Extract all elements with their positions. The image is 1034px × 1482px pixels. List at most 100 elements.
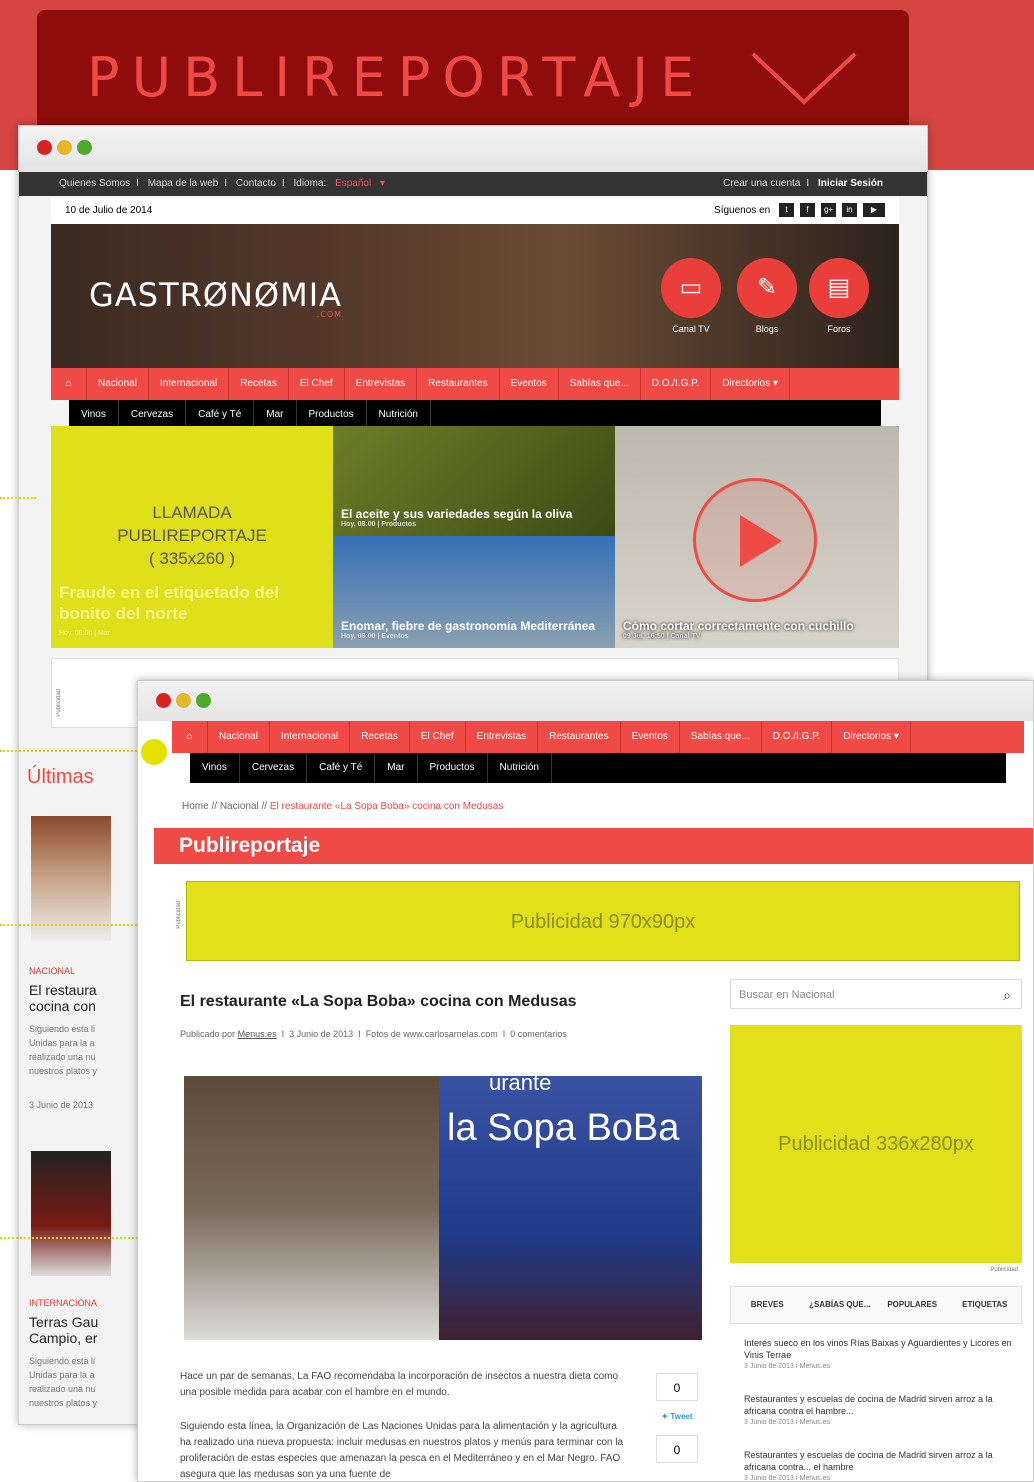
publireportaje-banner: PUBLIREPORTAJE <box>37 10 909 130</box>
chevron-down-icon[interactable] <box>749 48 859 108</box>
nav-recetas[interactable]: Recetas <box>229 368 289 400</box>
article-photo: urante la Sopa BoBa <box>184 1070 702 1340</box>
home-icon[interactable]: ⌂ <box>51 368 87 400</box>
card-title[interactable]: Terras Gau Campio, er <box>29 1314 98 1346</box>
subnav-cafe-te[interactable]: Café y Té <box>307 753 376 783</box>
tweet-button[interactable]: ✦ Tweet <box>656 1409 698 1425</box>
share-count[interactable]: 0 <box>656 1435 698 1463</box>
nav-el-chef[interactable]: El Chef <box>289 368 345 400</box>
maximize-dot[interactable] <box>196 693 211 708</box>
article-title: El restaurante «La Sopa Boba» cocina con… <box>180 993 577 1010</box>
ad-label: Publicidad <box>56 689 62 717</box>
nav-nacional[interactable]: Nacional <box>87 368 149 400</box>
nav-entrevistas[interactable]: Entrevistas <box>466 721 539 753</box>
link-contacto[interactable]: Contacto <box>236 178 276 189</box>
nav-restaurantes[interactable]: Restaurantes <box>417 368 500 400</box>
channel-label-tv: Canal TV <box>672 324 710 334</box>
breadcrumb-home[interactable]: Home <box>182 801 209 812</box>
nav-nacional[interactable]: Nacional <box>208 721 270 753</box>
subnav-mar[interactable]: Mar <box>375 753 418 783</box>
card-category[interactable]: NACIONAL <box>29 966 75 976</box>
tile-title[interactable]: El aceite y sus variedades según la oliv… <box>341 507 572 521</box>
nav-sabias-que[interactable]: Sabías que... <box>559 368 641 400</box>
nav-eventos[interactable]: Eventos <box>500 368 559 400</box>
subnav-cervezas[interactable]: Cervezas <box>240 753 308 783</box>
article-paragraph: Siguiendo esta línea, la Organización de… <box>180 1421 624 1480</box>
chat-icon[interactable]: ▤ <box>809 258 869 318</box>
googleplus-icon[interactable]: g+ <box>821 203 836 218</box>
card-excerpt: Siguiendo esta li Unidas para la a realiza… <box>29 1024 98 1076</box>
tab-breves[interactable]: BREVES <box>731 1287 804 1323</box>
nav-eventos[interactable]: Eventos <box>621 721 680 753</box>
featured-tiles: LLAMADA PUBLIREPORTAJE( 335x260 ) Fraude … <box>51 426 899 648</box>
card-image[interactable] <box>31 816 111 941</box>
news-item[interactable]: Restaurantes y escuelas de cocina de Mad… <box>744 1449 1014 1481</box>
subnav-vinos[interactable]: Vinos <box>190 753 240 783</box>
tile-video-cuchillo[interactable]: Cómo cortar correctamente con cuchillo 09… <box>615 426 899 648</box>
nav-restaurantes[interactable]: Restaurantes <box>538 721 621 753</box>
news-item[interactable]: Interés sueco en los vinos Rías Baixas y… <box>744 1337 1014 1373</box>
share-count[interactable]: 0 <box>656 1373 698 1401</box>
card-title[interactable]: El restaura cocina con <box>29 982 97 1014</box>
article-date: 3 Junio de 2013 <box>289 1029 354 1039</box>
subnav-nutricion[interactable]: Nutrición <box>488 753 552 783</box>
link-quienes-somos[interactable]: Quienes Somos <box>59 178 130 189</box>
tv-icon[interactable]: ▭ <box>661 258 721 318</box>
tile-aceite[interactable]: El aceite y sus variedades según la oliv… <box>333 426 615 536</box>
nav-directorios[interactable]: Directorios ▾ <box>832 721 911 753</box>
link-mapa-web[interactable]: Mapa de la web <box>148 178 219 189</box>
tab-sabias-que[interactable]: ¿SABÍAS QUE... <box>804 1287 877 1323</box>
card-image[interactable] <box>31 1151 111 1276</box>
subnav-productos[interactable]: Productos <box>418 753 488 783</box>
close-dot[interactable] <box>156 693 171 708</box>
linkedin-icon[interactable]: in <box>842 203 857 218</box>
author-link[interactable]: Menus.es <box>238 1029 277 1039</box>
nav-el-chef[interactable]: El Chef <box>410 721 466 753</box>
nav-entrevistas[interactable]: Entrevistas <box>345 368 418 400</box>
nav-directorios[interactable]: Directorios ▾ <box>711 368 790 400</box>
sidebar-search-input[interactable]: Buscar en Nacional ⌕ <box>730 979 1022 1009</box>
facebook-icon[interactable]: f <box>800 203 815 218</box>
nav-internacional[interactable]: Internacional <box>149 368 230 400</box>
comments-link[interactable]: 0 comentarios <box>510 1029 567 1039</box>
tab-etiquetas[interactable]: ETIQUETAS <box>949 1287 1022 1323</box>
tab-populares[interactable]: POPULARES <box>876 1287 949 1323</box>
nav-doigp[interactable]: D.O./I.G.P. <box>762 721 833 753</box>
language-selector[interactable]: Español ▾ <box>335 178 385 189</box>
minimize-dot[interactable] <box>57 140 72 155</box>
annotation-dot <box>141 739 167 765</box>
article-paragraph: Hace un par de semanas, La FAO recomenda… <box>180 1371 619 1398</box>
site-logo[interactable]: GASTRØNØMIA .COM <box>89 276 342 319</box>
tile-title[interactable]: Cómo cortar correctamente con cuchillo <box>623 619 854 633</box>
nav-internacional[interactable]: Internacional <box>270 721 351 753</box>
section-title-bar: Publireportaje <box>154 828 1033 864</box>
tile-title[interactable]: Fraude en el etiquetado del bonito del n… <box>59 582 299 624</box>
minimize-dot[interactable] <box>176 693 191 708</box>
close-dot[interactable] <box>37 140 52 155</box>
tile-column-middle: El aceite y sus variedades según la oliv… <box>333 426 615 648</box>
youtube-icon[interactable]: ▶ <box>863 203 885 218</box>
search-icon[interactable]: ⌕ <box>1003 980 1011 1010</box>
twitter-icon[interactable]: t <box>779 203 794 218</box>
news-item[interactable]: Restaurantes y escuelas de cocina de Mad… <box>744 1393 1014 1429</box>
tile-enomar[interactable]: Enomar, fiebre de gastronomía Mediterrán… <box>333 536 615 648</box>
play-icon[interactable] <box>693 478 817 602</box>
login-link[interactable]: Iniciar Sesión <box>818 178 883 189</box>
breadcrumb-section[interactable]: Nacional <box>220 801 259 812</box>
main-nav: ⌂ Nacional Internacional Recetas El Chef… <box>51 368 899 400</box>
maximize-dot[interactable] <box>77 140 92 155</box>
create-account-link[interactable]: Crear una cuenta <box>723 178 800 189</box>
nav-recetas[interactable]: Recetas <box>350 721 410 753</box>
pencil-icon[interactable]: ✎ <box>737 258 797 318</box>
tile-title[interactable]: Enomar, fiebre de gastronomía Mediterrán… <box>341 619 595 633</box>
card-category[interactable]: INTERNACIONA <box>29 1298 97 1308</box>
nav-sabias-que[interactable]: Sabías que... <box>680 721 762 753</box>
ad-label: Publicidad <box>990 1267 1018 1273</box>
article-meta: Publicado por Menus.es I 3 Junio de 2013… <box>180 1029 567 1039</box>
site-container: 10 de Julio de 2014 Síguenos en t f g+ in ▶ … <box>51 198 899 728</box>
ad-slot-336x280[interactable]: Publicidad 336x280px <box>730 1025 1022 1263</box>
ad-slot-970x90[interactable]: Publicidad 970x90px <box>186 881 1020 961</box>
tile-publireportaje[interactable]: LLAMADA PUBLIREPORTAJE( 335x260 ) Fraude … <box>51 426 333 648</box>
nav-doigp[interactable]: D.O./I.G.P. <box>641 368 712 400</box>
home-icon[interactable]: ⌂ <box>172 721 208 753</box>
